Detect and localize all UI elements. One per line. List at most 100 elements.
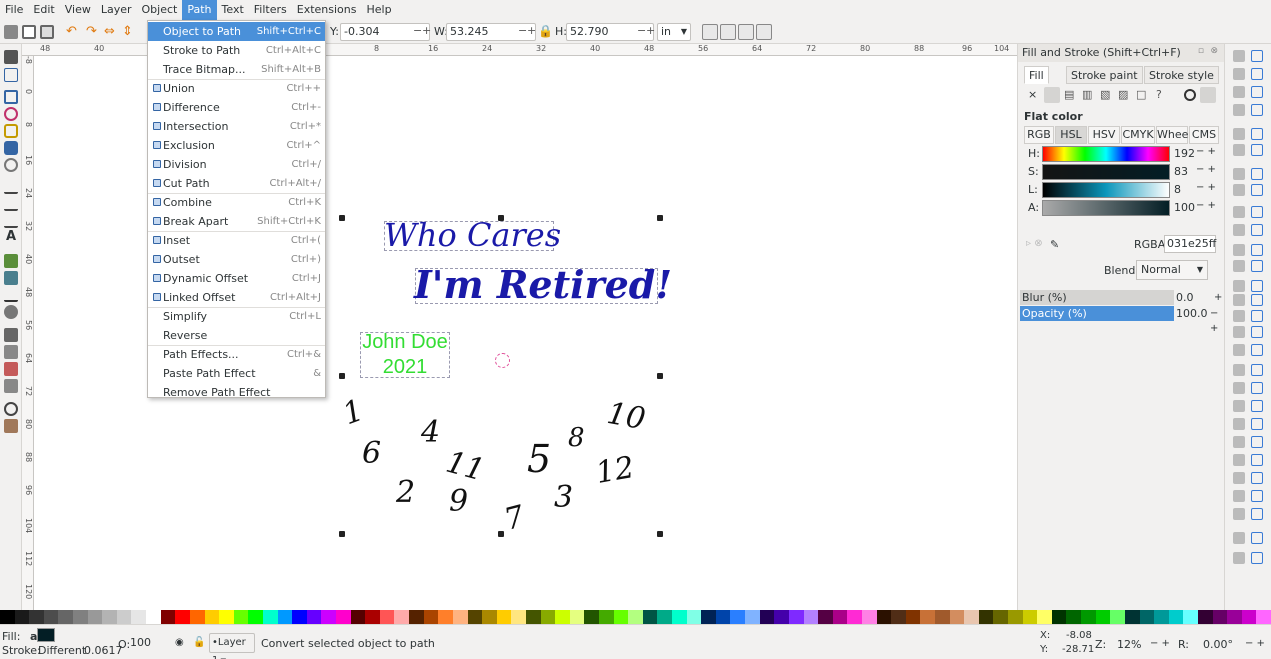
color-picker-icon[interactable]: ✎ [1050,238,1059,251]
palette-swatch[interactable] [146,610,161,624]
w-decrement[interactable]: − [518,23,527,39]
command-icon[interactable] [1233,400,1245,412]
hue-spin[interactable]: − + [1196,146,1216,157]
flip-horizontal-icon[interactable]: ⇔ [104,24,120,40]
palette-swatch[interactable] [1022,610,1038,624]
mode-cmyk[interactable]: CMYK [1121,126,1155,144]
snap-icon[interactable] [1251,532,1263,544]
path-menu-item[interactable]: Break Apart Shift+Ctrl+K [148,212,325,231]
title-line-2[interactable]: I'm Retired! [414,262,672,307]
palette-swatch[interactable] [336,610,351,624]
fill-rule-evenodd-icon[interactable] [1184,89,1196,101]
fill-swatch[interactable] [37,628,55,642]
path-menu-item[interactable]: Dynamic Offset Ctrl+J [148,269,325,288]
snap-icon[interactable] [1251,104,1263,116]
snap-icon[interactable] [1251,144,1263,156]
palette-swatch[interactable] [262,610,278,624]
path-menu-item[interactable]: Linked Offset Ctrl+Alt+J [148,288,325,307]
hue-slider[interactable] [1042,146,1170,162]
palette-swatch[interactable] [861,610,877,624]
path-menu-item[interactable]: Paste Path Effect & [148,364,325,383]
snap-icon[interactable] [1251,280,1263,292]
snap-icon[interactable] [1251,86,1263,98]
mode-wheel[interactable]: Wheel [1156,126,1191,144]
palette-swatch[interactable] [876,610,892,624]
palette-swatch[interactable] [686,610,702,624]
eraser-tool-icon[interactable] [4,362,18,376]
path-menu-item[interactable]: Remove Path Effect [148,383,325,402]
snap-icon[interactable] [1251,294,1263,306]
palette-swatch[interactable] [116,610,132,624]
path-menu-item[interactable]: Exclusion Ctrl+^ [148,136,325,155]
palette-swatch[interactable] [891,610,906,624]
palette-swatch[interactable] [438,610,453,624]
measure-tool-icon[interactable] [4,419,18,433]
w-increment[interactable]: + [527,23,536,39]
snap-icon[interactable] [1251,206,1263,218]
palette-swatch[interactable] [1256,610,1271,624]
palette-swatch[interactable] [233,610,249,624]
palette-swatch[interactable] [935,610,950,624]
palette-swatch[interactable] [569,610,585,624]
command-icon[interactable] [1233,326,1245,338]
palette-swatch[interactable] [1081,610,1096,624]
clock-number[interactable]: 8 [568,423,585,453]
palette-swatch[interactable] [496,610,512,624]
lightness-slider[interactable] [1042,182,1170,198]
stroke-indicator-value[interactable]: Different [38,644,86,657]
command-icon[interactable] [1233,104,1245,116]
star-tool-icon[interactable] [4,124,18,138]
select-all-icon[interactable] [4,25,18,39]
command-icon[interactable] [1233,294,1245,306]
palette-swatch[interactable] [847,610,862,624]
fill-rule-nonzero-icon[interactable] [1200,87,1216,103]
palette-swatch[interactable] [1197,610,1213,624]
palette-swatch[interactable] [920,610,935,624]
palette-swatch[interactable] [949,610,965,624]
path-menu-item[interactable]: Cut Path Ctrl+Alt+/ [148,174,325,193]
alpha-spin[interactable]: − + [1196,200,1216,211]
name-line-2[interactable]: 2021 [360,356,450,379]
clock-number[interactable]: 7 [501,499,529,538]
mode-cms[interactable]: CMS [1189,126,1219,144]
paint-bucket-tool-icon[interactable] [4,305,18,319]
node-tool-icon[interactable] [4,68,18,82]
path-menu-item[interactable]: Simplify Ctrl+L [148,307,325,326]
select-all-layers-icon[interactable] [22,25,36,39]
flip-vertical-icon[interactable]: ⇕ [122,24,138,40]
command-icon[interactable] [1233,418,1245,430]
zoom-input[interactable]: 12% [1117,638,1141,651]
command-icon[interactable] [1233,364,1245,376]
command-icon[interactable] [1233,86,1245,98]
opacity-slider[interactable]: Opacity (%) [1020,306,1174,321]
palette-swatch[interactable] [29,610,44,624]
palette-swatch[interactable] [511,610,526,624]
opacity-value[interactable]: 100.0 [1176,306,1208,321]
command-icon[interactable] [1233,508,1245,520]
pen-tool-icon[interactable] [4,197,18,211]
command-icon[interactable] [1233,280,1245,292]
tab-fill[interactable]: Fill [1024,66,1049,84]
palette-swatch[interactable] [394,610,410,624]
command-icon[interactable] [1233,344,1245,356]
unit-select[interactable]: in ▼ [657,23,691,41]
rotation-spin[interactable]: − + [1245,638,1265,649]
eye-icon[interactable]: ◉ [175,637,184,648]
tab-stroke-style[interactable]: Stroke style [1144,66,1219,84]
snap-icon[interactable] [1251,224,1263,236]
command-icon[interactable] [1233,552,1245,564]
command-icon[interactable] [1233,382,1245,394]
no-paint-icon[interactable]: × [1028,88,1037,101]
rect-tool-icon[interactable] [4,90,18,104]
palette-swatch[interactable] [189,610,205,624]
palette-swatch[interactable] [1110,610,1125,624]
pattern-icon[interactable]: ▨ [1118,88,1128,101]
name-line-1[interactable]: John Doe [360,331,450,354]
mesh-tool-icon[interactable] [4,271,18,285]
clock-number[interactable]: 4 [421,418,440,448]
vertical-ruler[interactable]: -8 0 8 16 24 32 40 48 56 64 72 80 88 96 104 112 120 [22,56,34,610]
path-menu-item[interactable]: Intersection Ctrl+* [148,117,325,136]
palette-swatch[interactable] [1183,610,1198,624]
palette-swatch[interactable] [423,610,439,624]
command-icon[interactable] [1233,206,1245,218]
